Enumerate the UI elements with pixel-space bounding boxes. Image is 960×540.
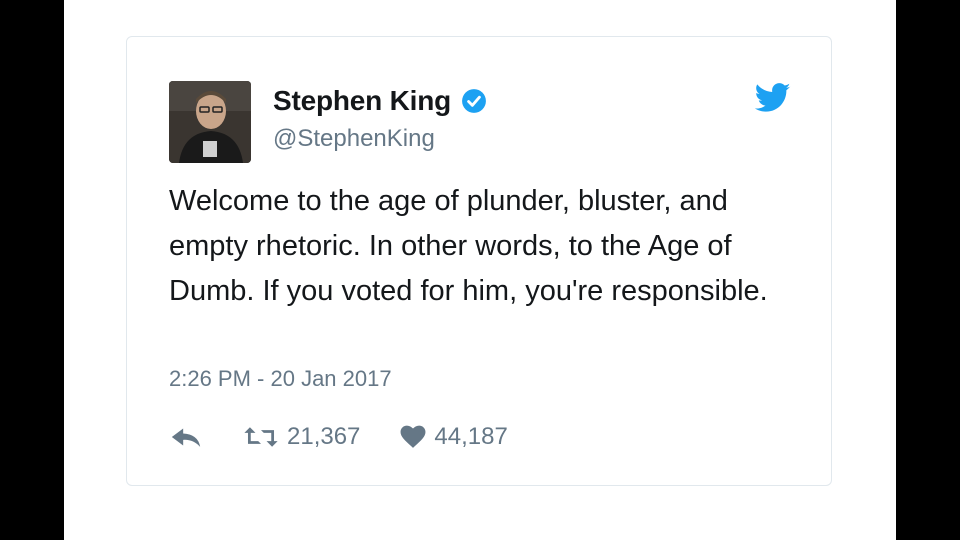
retweet-count: 21,367 [287,423,361,450]
tweet-card: Stephen King @StephenKing Welcome to the… [126,36,832,486]
like-button[interactable]: 44,187 [400,423,508,451]
author-avatar[interactable] [169,81,251,163]
verified-badge-icon [462,89,486,113]
like-count: 44,187 [434,423,508,450]
reply-icon [171,428,201,447]
tweet-actions: 21,367 44,187 [169,423,508,451]
twitter-bird-icon[interactable] [755,83,791,113]
author-name-row: Stephen King [273,85,487,117]
author-handle[interactable]: @StephenKing [273,125,435,153]
heart-icon [400,425,426,448]
reply-button[interactable] [169,424,203,450]
screenshot-frame: Stephen King @StephenKing Welcome to the… [64,0,896,540]
retweet-button[interactable]: 21,367 [243,423,360,451]
avatar-photo [169,81,251,163]
tweet-timestamp[interactable]: 2:26 PM - 20 Jan 2017 [169,366,392,392]
retweet-icon [244,427,278,447]
author-display-name[interactable]: Stephen King [273,85,451,117]
tweet-text: Welcome to the age of plunder, bluster, … [169,185,768,307]
